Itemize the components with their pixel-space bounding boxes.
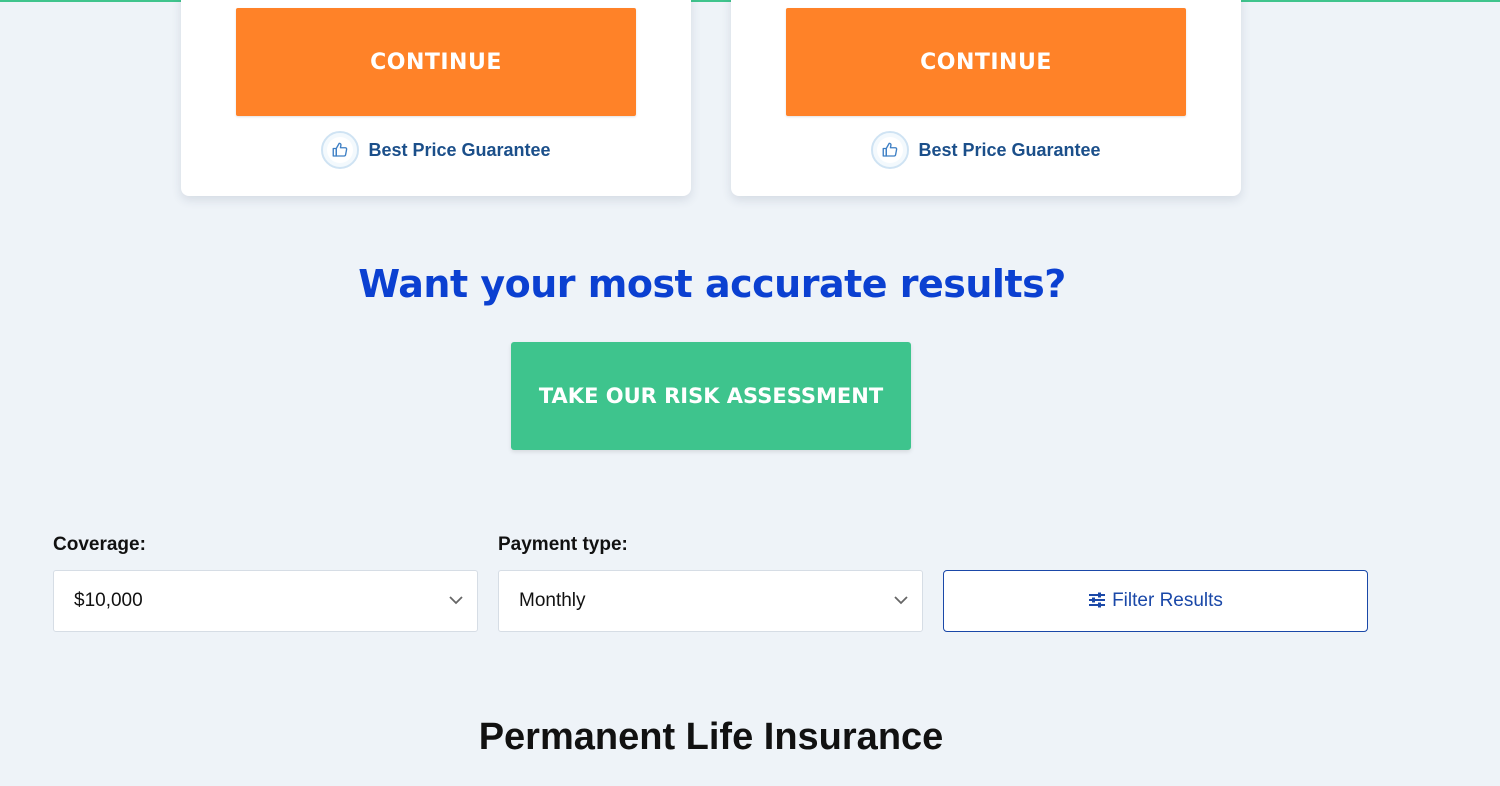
plan-card-right: CONTINUE Best Price Guarantee [731,0,1241,196]
chevron-down-icon [894,592,908,610]
coverage-label: Coverage: [53,534,146,555]
coverage-value: $10,000 [74,590,143,611]
continue-button[interactable]: CONTINUE [236,8,636,116]
thumbs-up-icon [871,131,910,169]
payment-type-label: Payment type: [498,534,628,555]
guarantee-label: Best Price Guarantee [918,139,1101,160]
chevron-down-icon [449,592,463,610]
page: CONTINUE Best Price Guarantee CONTINUE B… [0,0,1500,786]
sliders-icon [1088,591,1106,612]
payment-type-value: Monthly [519,590,586,611]
assessment-headline: Want your most accurate results? [358,262,1066,306]
coverage-select[interactable]: $10,000 [53,570,478,632]
continue-button[interactable]: CONTINUE [786,8,1186,116]
section-title: Permanent Life Insurance [478,716,944,758]
filter-results-button[interactable]: Filter Results [943,570,1368,632]
risk-assessment-button[interactable]: TAKE OUR RISK ASSESSMENT [511,342,911,450]
plan-card-left: CONTINUE Best Price Guarantee [181,0,691,196]
payment-type-select[interactable]: Monthly [498,570,923,632]
guarantee-label: Best Price Guarantee [368,139,551,160]
filter-results-label: Filter Results [1112,590,1223,611]
thumbs-up-icon [321,131,360,169]
best-price-guarantee: Best Price Guarantee [731,130,1241,170]
best-price-guarantee: Best Price Guarantee [181,130,691,170]
